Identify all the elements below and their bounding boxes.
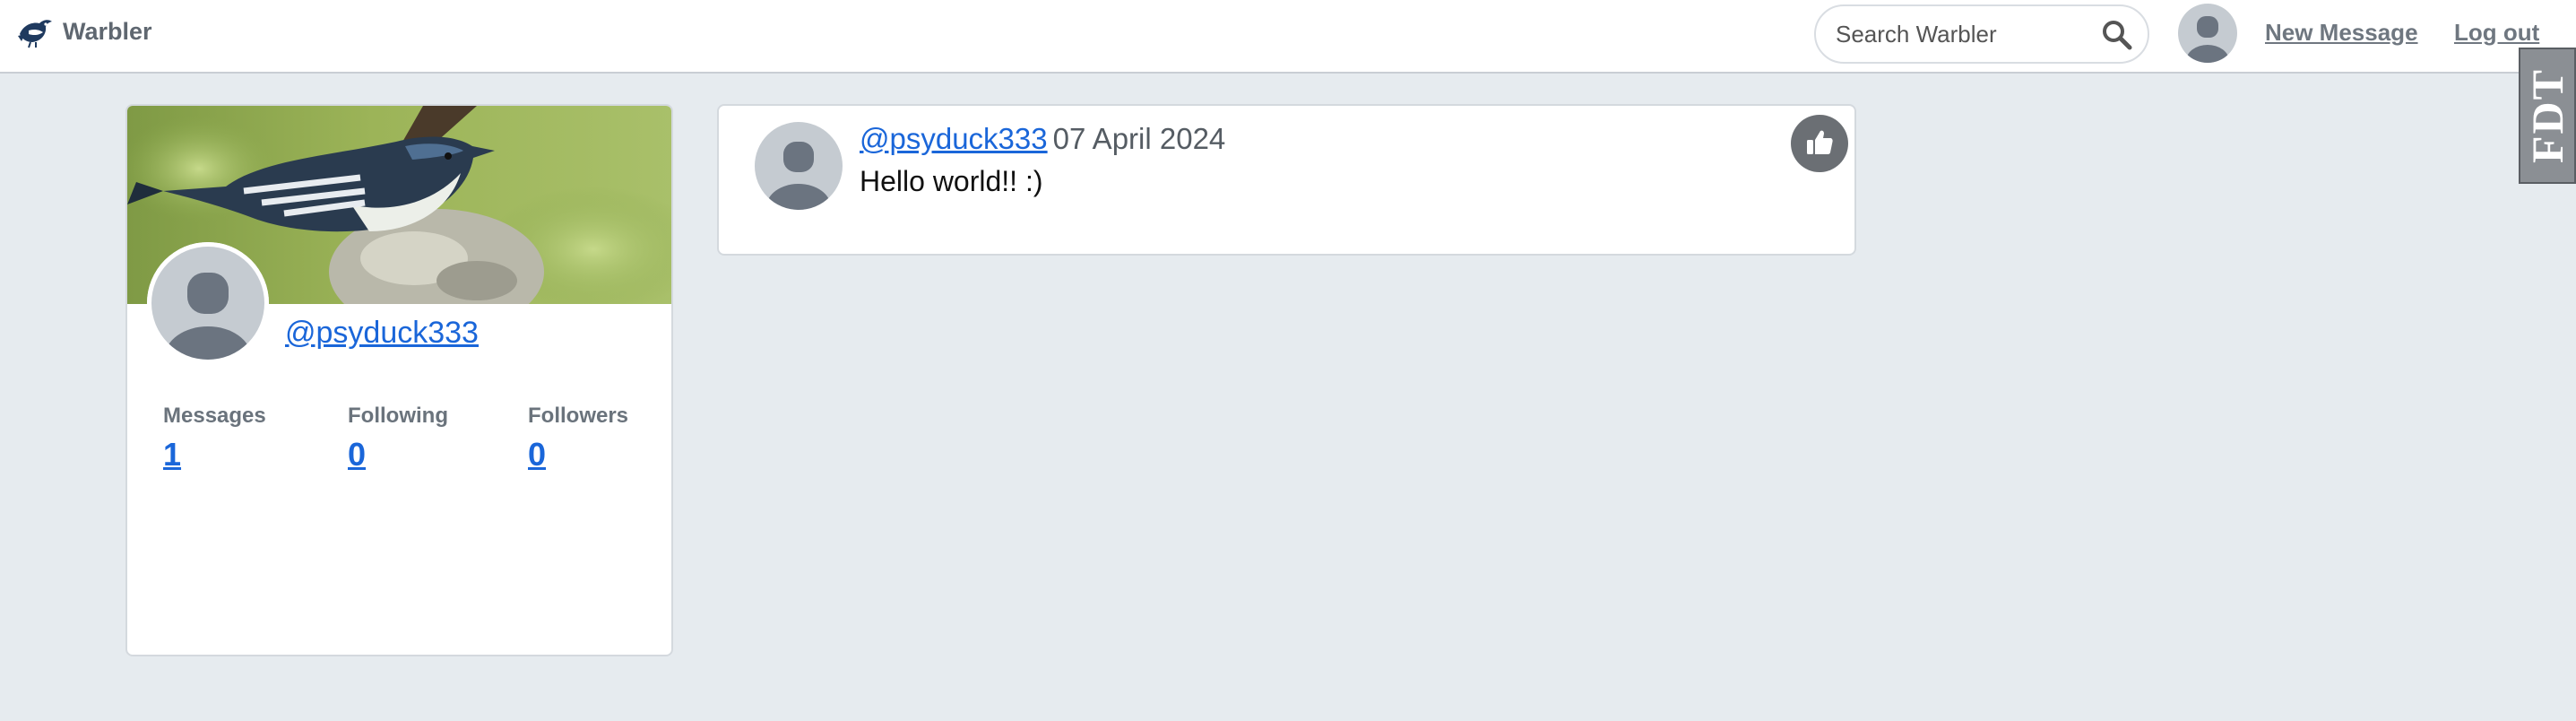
profile-card: @psyduck333 Messages 1 Following 0 Follo… bbox=[125, 104, 673, 656]
brand-link[interactable]: Warbler bbox=[16, 14, 152, 48]
like-button[interactable] bbox=[1791, 115, 1848, 172]
new-message-link[interactable]: New Message bbox=[2265, 19, 2418, 47]
stat-label: Messages bbox=[163, 404, 266, 428]
logout-link[interactable]: Log out bbox=[2454, 19, 2539, 47]
profile-username-link[interactable]: @psyduck333 bbox=[285, 316, 479, 351]
stat-following: Following 0 bbox=[348, 404, 448, 473]
search-icon[interactable] bbox=[2101, 19, 2133, 51]
stat-messages: Messages 1 bbox=[163, 404, 266, 473]
followers-count-link[interactable]: 0 bbox=[528, 436, 628, 473]
following-count-link[interactable]: 0 bbox=[348, 436, 448, 473]
brand-name: Warbler bbox=[63, 17, 152, 45]
message-item: @psyduck333 07 April 2024 Hello world!! :… bbox=[717, 104, 1856, 256]
debug-toolbar-handle[interactable]: FDT bbox=[2519, 48, 2576, 184]
stat-label: Following bbox=[348, 404, 448, 428]
stat-followers: Followers 0 bbox=[528, 404, 628, 473]
profile-avatar[interactable] bbox=[147, 242, 269, 364]
warbler-logo-icon bbox=[18, 20, 52, 48]
message-header: @psyduck333 07 April 2024 bbox=[860, 122, 1225, 156]
thumbs-up-icon bbox=[1807, 130, 1833, 154]
default-avatar-icon[interactable] bbox=[755, 122, 843, 210]
search-form bbox=[1814, 4, 2149, 64]
default-avatar-icon bbox=[147, 242, 269, 364]
message-date: 07 April 2024 bbox=[1052, 122, 1226, 155]
search-input[interactable] bbox=[1836, 17, 2087, 51]
debug-toolbar-label: FDT bbox=[2522, 68, 2572, 163]
stat-label: Followers bbox=[528, 404, 629, 428]
message-text: Hello world!! :) bbox=[860, 165, 1043, 197]
navbar: Warbler New Message Log out bbox=[0, 0, 2576, 74]
user-avatar-icon[interactable] bbox=[2178, 4, 2237, 63]
message-author-link[interactable]: @psyduck333 bbox=[860, 122, 1048, 155]
messages-count-link[interactable]: 1 bbox=[163, 436, 266, 473]
